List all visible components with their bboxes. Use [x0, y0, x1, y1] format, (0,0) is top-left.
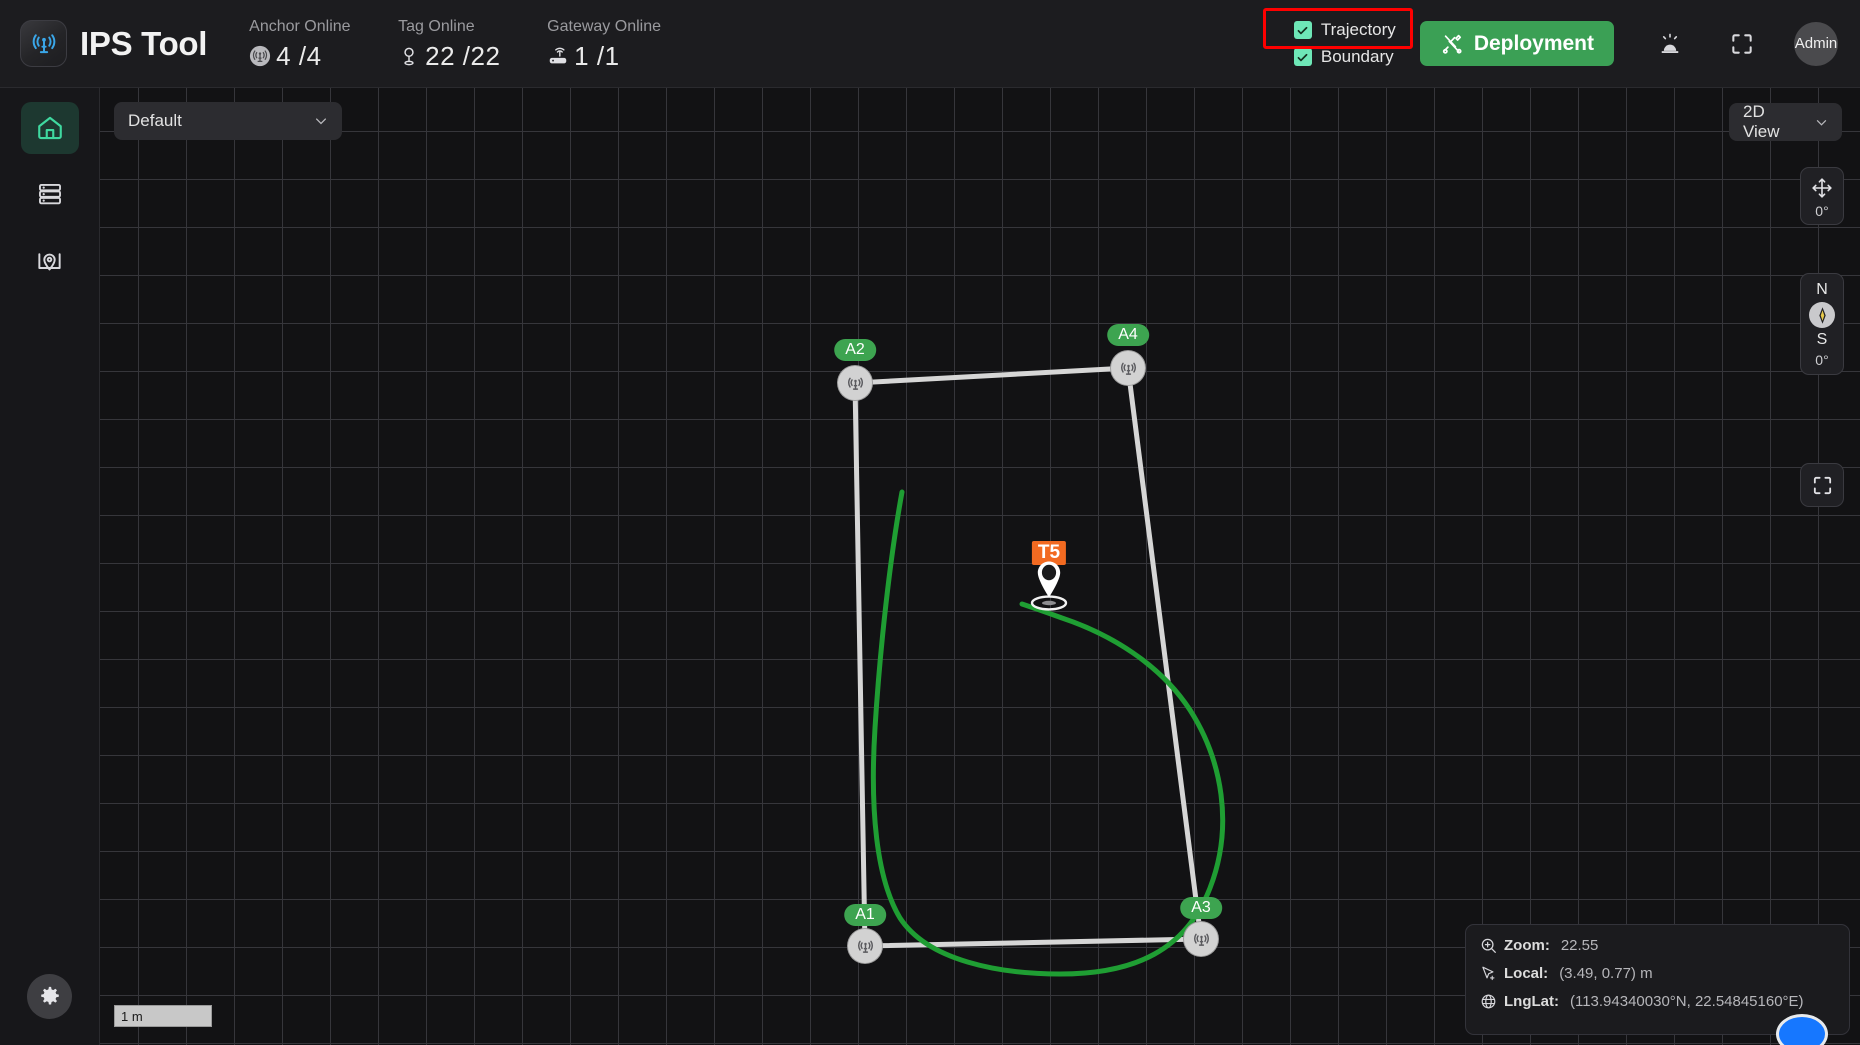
- tools-cross-icon: [1442, 34, 1462, 54]
- chevron-down-icon: [1797, 116, 1828, 129]
- header-right-group: Trajectory Boundary Deployment Admin: [1262, 0, 1860, 88]
- compass-control[interactable]: N S 0°: [1800, 273, 1844, 375]
- stat-gateway-online: Gateway Online 1 /1: [547, 16, 661, 72]
- anchor-antenna-icon: [250, 45, 271, 67]
- scale-bar-label: 1 m: [121, 1008, 143, 1024]
- anchor-node-a3[interactable]: [1184, 922, 1218, 956]
- anchor-antenna-icon: [1120, 362, 1136, 375]
- sidebar-item-records[interactable]: [21, 168, 79, 220]
- home-icon: [37, 116, 62, 140]
- pan-degrees: 0°: [1815, 203, 1829, 219]
- zoom-in-icon: [1481, 938, 1496, 953]
- boundary-polygon: [852, 365, 1204, 949]
- avatar[interactable]: Admin: [1794, 21, 1838, 66]
- sidebar-item-home[interactable]: [20, 102, 79, 154]
- tag-pin-icon: [404, 47, 414, 66]
- move-arrows-icon: [1812, 178, 1832, 198]
- info-value: 22.55: [1560, 937, 1599, 954]
- toggle-trajectory[interactable]: Trajectory: [1293, 20, 1396, 40]
- info-key: Zoom:: [1504, 937, 1550, 954]
- trajectory-checkbox[interactable]: [1293, 21, 1312, 39]
- alarm-button[interactable]: [1650, 24, 1690, 64]
- view-mode-value: 2D View: [1743, 102, 1780, 141]
- sidebar-settings: [27, 974, 72, 1019]
- info-row-lnglat: LngLat: (113.94340030°N, 22.54845160°E): [1480, 993, 1835, 1010]
- compass-north-label: N: [1816, 281, 1828, 298]
- info-value: (3.49, 0.77) m: [1559, 965, 1653, 982]
- scale-bar: 1 m: [114, 1005, 212, 1027]
- anchor-node-a1[interactable]: [848, 929, 882, 963]
- ips-tool-app: IPS Tool Anchor Online 4 /4 Tag Online 2…: [0, 0, 1860, 1045]
- stat-label: Gateway Online: [547, 17, 661, 35]
- scene-selector[interactable]: Default: [114, 102, 342, 140]
- gear-icon: [40, 986, 59, 1004]
- settings-button[interactable]: [27, 974, 72, 1019]
- info-key: Local:: [1504, 965, 1549, 982]
- alarm-siren-icon: [1661, 33, 1679, 53]
- check-icon: [1297, 53, 1308, 61]
- status-stats: Anchor Online 4 /4 Tag Online 22 /22 Gat…: [249, 16, 705, 72]
- anchor-label-a2: A2: [834, 339, 876, 361]
- deployment-label: Deployment: [1473, 31, 1594, 55]
- stat-anchor-online: Anchor Online 4 /4: [249, 16, 354, 72]
- check-icon: [1297, 26, 1308, 34]
- scene-selector-value: Default: [128, 111, 182, 130]
- info-row-local: Local: (3.49, 0.77) m: [1480, 965, 1835, 982]
- tag-marker-t5[interactable]: [1026, 551, 1072, 618]
- anchor-label-a4: A4: [1107, 324, 1149, 346]
- tag-pin-icon: [1030, 561, 1068, 611]
- compass-south-label: S: [1816, 331, 1828, 348]
- map-canvas[interactable]: A1 A2 A3 A4 T5 Default 2D View 0° N S 0°…: [100, 88, 1860, 1045]
- anchor-label-a1: A1: [844, 904, 886, 926]
- anchor-antenna-icon: [847, 377, 863, 390]
- anchor-label-a3: A3: [1180, 897, 1222, 919]
- cursor-blue-indicator: [1779, 1017, 1825, 1045]
- view-mode-selector[interactable]: 2D View: [1729, 102, 1842, 141]
- info-row-zoom: Zoom: 22.55: [1480, 937, 1835, 954]
- app-header: IPS Tool Anchor Online 4 /4 Tag Online 2…: [0, 0, 1860, 88]
- avatar-label: Admin: [1794, 35, 1838, 52]
- layer-toggles: Trajectory Boundary: [1262, 8, 1413, 67]
- boundary-checkbox[interactable]: [1293, 48, 1312, 66]
- sidebar: [0, 88, 100, 1045]
- fit-screen-control[interactable]: [1800, 463, 1844, 507]
- boundary-label: Boundary: [1320, 47, 1394, 66]
- deployment-button[interactable]: Deployment: [1419, 21, 1614, 66]
- fullscreen-button[interactable]: [1722, 24, 1762, 64]
- stat-value: 22 /22: [425, 40, 501, 71]
- anchor-node-a2[interactable]: [838, 366, 872, 400]
- stat-tag-online: Tag Online 22 /22: [398, 16, 503, 72]
- compass-degrees: 0°: [1815, 352, 1829, 368]
- anchor-node-a4[interactable]: [1111, 351, 1145, 385]
- globe-icon: [1481, 994, 1496, 1009]
- toggle-boundary[interactable]: Boundary: [1293, 47, 1396, 67]
- app-title: IPS Tool: [80, 24, 208, 62]
- info-value: (113.94340030°N, 22.54845160°E): [1569, 993, 1804, 1010]
- trajectory-label: Trajectory: [1320, 20, 1396, 39]
- antenna-signal-icon: [32, 33, 55, 53]
- stat-label: Anchor Online: [249, 17, 351, 35]
- info-key: LngLat:: [1504, 993, 1559, 1010]
- sidebar-item-zones[interactable]: [21, 234, 79, 286]
- map-pin-icon: [38, 252, 61, 270]
- map-overlay: [852, 365, 1226, 977]
- app-logo: [20, 20, 67, 67]
- anchor-antenna-icon: [857, 940, 873, 953]
- gateway-router-icon: [549, 47, 567, 64]
- anchor-antenna-icon: [1193, 933, 1209, 946]
- compass-needle-icon: [1809, 302, 1835, 328]
- fit-screen-icon: [1813, 476, 1831, 494]
- stat-value: 4 /4: [276, 40, 322, 71]
- stat-value: 1 /1: [574, 40, 620, 71]
- chevron-down-icon: [296, 114, 328, 128]
- stat-label: Tag Online: [398, 17, 475, 35]
- fullscreen-icon: [1732, 33, 1752, 54]
- server-icon: [38, 183, 61, 205]
- pan-control[interactable]: 0°: [1800, 167, 1844, 225]
- map-info-panel: Zoom: 22.55 Local: (3.49, 0.77) m LngLat…: [1465, 924, 1850, 1045]
- cursor-icon: [1482, 966, 1495, 981]
